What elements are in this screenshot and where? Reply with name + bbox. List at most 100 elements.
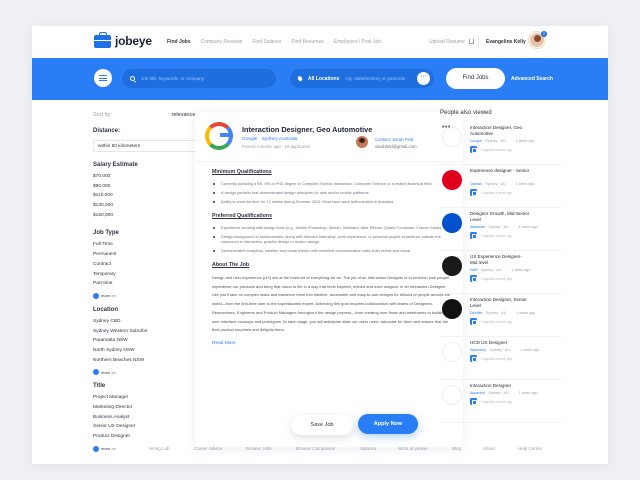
jobtype-more-link[interactable]: more >> <box>93 292 211 299</box>
sort-relevance[interactable]: relevance <box>172 112 196 118</box>
nav-company-reviews[interactable]: Company Reviews <box>201 39 243 45</box>
location-option[interactable]: Sydney Western Suburbs(1467) <box>93 329 211 339</box>
related-job-meta: Deloitte · Sydney · AU 1 week ago <box>470 311 535 315</box>
related-job-item[interactable]: Interaction Designer Apparent · Sydney · … <box>440 380 562 423</box>
upload-resume-label: Upload Resume <box>429 39 465 45</box>
find-jobs-button[interactable]: Find Jobs <box>446 68 505 89</box>
related-job-item[interactable]: Interaction Designer, Senior Level Deloit… <box>440 294 562 337</box>
jobtype-option[interactable]: Contract(1467) <box>93 262 211 272</box>
related-jobs-panel: People also viewed Interaction Designer,… <box>440 110 562 423</box>
upload-resume-link[interactable]: Upload Resume <box>429 39 475 45</box>
related-company: Apparent <box>470 391 485 395</box>
location-pin-icon <box>296 75 304 82</box>
search-bar: Job title, keywords, or company All Loca… <box>32 58 608 100</box>
salary-option[interactable]: $110,000(1463) <box>93 193 211 203</box>
location-more-link[interactable]: more >> <box>93 369 211 376</box>
user-name[interactable]: Evangeline Kelly <box>486 39 526 45</box>
distance-select[interactable]: within 50 kilometers <box>93 140 211 152</box>
related-job-item[interactable]: Designer Growth, Mid-Senior Level Atlassi… <box>440 208 562 251</box>
job-company[interactable]: Google · Sydney Australia <box>242 137 297 142</box>
company-logo-icon <box>442 213 462 233</box>
location-option[interactable]: North Sydney NSW(1467) <box>93 348 211 358</box>
related-company: Deloitte <box>470 311 483 315</box>
logo[interactable]: jobeye <box>94 31 152 48</box>
salary-option[interactable]: $90,000(1467) <box>93 184 211 194</box>
filter-label: Permanent <box>93 252 117 258</box>
bullet-icon <box>213 226 215 229</box>
related-company: Atlassian <box>470 225 485 229</box>
save-job-button[interactable]: Save Job <box>291 415 353 435</box>
related-job-meta: Google · Sydney · AU 1 week ago <box>470 139 535 143</box>
footer-link[interactable]: Hiring Lab <box>149 446 170 451</box>
title-option[interactable]: Business Analyst(1467) <box>93 415 211 425</box>
related-job-item[interactable]: Interaction Designer, Geo Automotive Goog… <box>440 122 562 165</box>
menu-icon <box>99 75 107 77</box>
menu-icon-line <box>99 77 107 79</box>
contact-name[interactable]: Contact: Sarah Feld <box>375 137 413 142</box>
related-job-title: Interaction Designer <box>470 383 512 388</box>
related-job-item[interactable]: UX Experience Designer- Mid level NAB · S… <box>440 251 562 294</box>
footer-link[interactable]: Browse Jobs <box>246 446 272 451</box>
title-option[interactable]: Senior UX Designer(1467) <box>93 424 211 434</box>
job-posted: Posted 2 weeks ago · 19 applicants <box>242 144 310 149</box>
footer-link[interactable]: Blog <box>452 446 461 451</box>
list-item: Experience working with design tools (e.… <box>212 225 452 230</box>
about-text: Design and user experience (UX) are at t… <box>212 275 451 333</box>
related-job-meta: Atlassian · Sydney · AU 1 week ago <box>470 225 538 229</box>
company-logo-icon <box>442 256 462 276</box>
title-option[interactable]: Marketing Director(1467) <box>93 405 211 415</box>
filter-label: Temporary <box>93 271 116 277</box>
bullet-icon <box>213 249 215 252</box>
related-ago: 1 week ago <box>515 182 535 186</box>
footer-link[interactable]: Career Advice <box>194 446 222 451</box>
title-option[interactable]: Project Manager(1467) <box>93 395 211 405</box>
jobtype-option[interactable]: Temporary(1467) <box>93 272 211 282</box>
applicants-icon <box>470 146 477 153</box>
related-location: · Sydney · AU <box>481 182 506 186</box>
related-applied: 3 applied a week ago <box>481 357 513 361</box>
contact-email[interactable]: sarahfeld@gmail.com <box>375 144 417 149</box>
company-logo-icon <box>442 127 462 147</box>
filter-label: Sydney Western Suburbs <box>93 328 148 334</box>
filter-label: Project Manager <box>93 395 129 401</box>
read-more-link[interactable]: Read More <box>212 341 452 346</box>
related-company: NAB <box>470 268 478 272</box>
related-job-item[interactable]: Experience designer - Senior Qantas · Syd… <box>440 165 562 208</box>
filter-label: Contract <box>93 261 112 267</box>
filter-label: Part-time <box>93 281 113 287</box>
location-option[interactable]: Paramatta NSW(1467) <box>93 338 211 348</box>
related-job-item[interactable]: HCD UX Designer Zipmoney · Sydney · AU 1 w… <box>440 337 562 380</box>
nav-find-salaries[interactable]: Find Salaries <box>252 39 281 45</box>
nav-employers[interactable]: Employers / Post Job <box>334 39 381 45</box>
jobtype-option[interactable]: Permanent(1467) <box>93 252 211 262</box>
footer-link[interactable]: Work at jobeye <box>398 446 428 451</box>
location-input[interactable]: All Locations city, state/territory or p… <box>290 69 434 88</box>
footer-link[interactable]: Browse Companies <box>296 446 335 451</box>
location-option[interactable]: Sydney CBD(1467) <box>93 319 211 329</box>
list-item-text: Currently pursuing a BS, MS or PhD degre… <box>221 181 433 186</box>
jobtype-option[interactable]: Part-time(1467) <box>93 281 211 291</box>
nav-find-resumes[interactable]: Find Resumes <box>292 39 324 45</box>
related-applied: 3 applied a week ago <box>481 277 513 281</box>
more-options-icon[interactable]: ··· <box>417 72 430 85</box>
nav-find-jobs[interactable]: Find Jobs <box>167 39 191 45</box>
filter-label: Full-Time <box>93 242 113 248</box>
location-option[interactable]: Northern Beaches NSW(1467) <box>93 358 211 368</box>
related-applied: 3 applied a week ago <box>481 234 513 238</box>
more-label: more >> <box>101 293 116 299</box>
apply-now-button[interactable]: Apply Now <box>358 414 418 434</box>
menu-button[interactable] <box>94 69 112 87</box>
footer-link[interactable]: Help Centre <box>518 446 542 451</box>
advanced-search-link[interactable]: Advanced Search <box>511 76 553 82</box>
applicants-icon <box>470 189 477 196</box>
sort-label: Sort by: <box>93 112 112 118</box>
salary-option[interactable]: $130,000(1467) <box>93 203 211 213</box>
logo-text: jobeye <box>115 34 152 48</box>
salary-option[interactable]: $70,000(1467) <box>93 174 211 184</box>
upload-icon <box>469 39 475 45</box>
footer-link[interactable]: About <box>483 446 495 451</box>
keyword-search-input[interactable]: Job title, keywords, or company <box>122 69 276 88</box>
salary-option[interactable]: $150,000(1467) <box>93 213 211 223</box>
footer-link[interactable]: Salaries <box>360 446 376 451</box>
jobtype-option[interactable]: Full-Time(1467) <box>93 242 211 252</box>
